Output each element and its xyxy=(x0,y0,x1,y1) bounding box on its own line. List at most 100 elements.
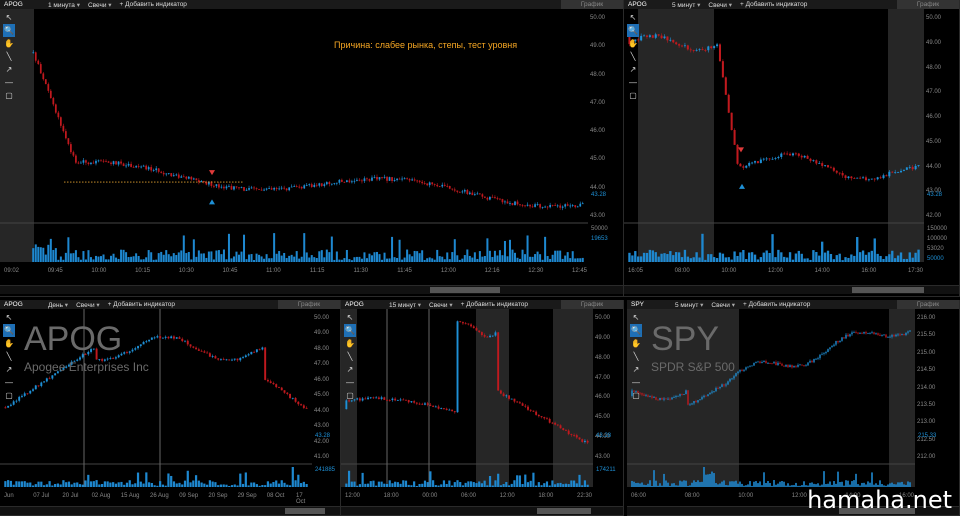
hline-icon[interactable]: — xyxy=(3,76,15,89)
hand-icon[interactable]: ✋ xyxy=(630,337,642,350)
scrollbar-thumb[interactable] xyxy=(852,287,924,293)
candle-body xyxy=(438,186,441,188)
price-chart[interactable] xyxy=(0,9,588,297)
rect-icon[interactable]: ▢ xyxy=(3,389,15,402)
line-icon[interactable]: ╲ xyxy=(3,350,15,363)
rect-icon[interactable]: ▢ xyxy=(630,389,642,402)
zoom-icon[interactable]: 🔍 xyxy=(344,324,356,337)
scrollbar-thumb[interactable] xyxy=(285,508,325,514)
price-axis[interactable]: 50.00 49.00 48.00 47.00 46.00 45.00 44.00 43.00 xyxy=(590,9,623,222)
chart-tab-button[interactable]: График xyxy=(278,300,340,309)
chart-panel-apog-day[interactable]: APOGДеньСвечи+ Добавить индикатор ГрафикA… xyxy=(0,300,341,516)
cursor-icon[interactable]: ↖ xyxy=(627,11,639,24)
scrollbar-thumb[interactable] xyxy=(430,287,500,293)
hline-icon[interactable]: — xyxy=(344,376,356,389)
time-axis[interactable]: 16:05 08:00 10:00 12:00 14:00 16:00 17:30 xyxy=(624,268,924,277)
chart-tab-button[interactable]: График xyxy=(561,300,623,309)
symbol-selector[interactable]: APOG xyxy=(624,1,668,8)
chart-type-dropdown[interactable]: Свечи xyxy=(704,1,736,9)
chart-scrollbar[interactable] xyxy=(341,506,623,515)
arrow-icon[interactable]: ↗ xyxy=(630,363,642,376)
arrow-icon[interactable]: ↗ xyxy=(344,363,356,376)
chart-scrollbar[interactable] xyxy=(624,285,959,294)
cursor-icon[interactable]: ↖ xyxy=(630,311,642,324)
zoom-icon[interactable]: 🔍 xyxy=(3,24,15,37)
add-indicator-button[interactable]: + Добавить индикатор xyxy=(736,1,811,8)
time-axis[interactable]: Jun 07 Jul 20 Jul 02 Aug 15 Aug 26 Aug 09 Sep 2… xyxy=(0,493,312,505)
hline-icon[interactable]: — xyxy=(630,376,642,389)
chart-panel-apog-5min[interactable]: APOG5 минутСвечи+ Добавить индикатор Граф… xyxy=(624,0,960,297)
chart-annotation[interactable]: Причина: слабее рынка, степы, тест уровн… xyxy=(334,40,517,50)
volume-bar xyxy=(739,252,742,262)
price-chart[interactable] xyxy=(341,309,593,516)
chart-tab-button[interactable]: График xyxy=(897,300,959,309)
time-tick-label: 29 Sep xyxy=(237,493,257,499)
hand-icon[interactable]: ✋ xyxy=(3,37,15,50)
volume-bar xyxy=(475,483,478,487)
line-icon[interactable]: ╲ xyxy=(627,50,639,63)
symbol-selector[interactable]: APOG xyxy=(341,301,385,308)
scrollbar-thumb[interactable] xyxy=(537,508,591,514)
price-axis[interactable]: 216.00 215.50 215.00 214.50 214.00 213.50 213.… xyxy=(917,309,959,463)
symbol-selector[interactable]: SPY xyxy=(627,301,671,308)
line-icon[interactable]: ╲ xyxy=(630,350,642,363)
chart-tab-button[interactable]: График xyxy=(897,0,959,9)
chart-toolbar: APOGДеньСвечи+ Добавить индикатор График xyxy=(0,300,340,309)
zoom-icon[interactable]: 🔍 xyxy=(630,324,642,337)
candle-body xyxy=(247,354,250,356)
arrow-icon[interactable]: ↗ xyxy=(627,63,639,76)
chart-panel-apog-1min[interactable]: APOG1 минутаСвечи+ Добавить индикатор Гра… xyxy=(0,0,624,297)
zoom-icon[interactable]: 🔍 xyxy=(627,24,639,37)
chart-type-dropdown[interactable]: Свечи xyxy=(425,301,457,309)
chart-type-dropdown[interactable]: Свечи xyxy=(84,1,116,9)
price-axis[interactable]: 50.00 49.00 48.00 47.00 46.00 45.00 44.00 43.00… xyxy=(314,309,340,463)
cursor-icon[interactable]: ↖ xyxy=(3,11,15,24)
chart-type-dropdown[interactable]: Свечи xyxy=(707,301,739,309)
candle-body xyxy=(162,172,165,175)
time-axis[interactable]: 12:00 18:00 00:00 06:00 12:00 18:00 22:30 xyxy=(341,493,593,502)
interval-dropdown[interactable]: 1 минута xyxy=(44,1,84,9)
arrow-icon[interactable]: ↗ xyxy=(3,363,15,376)
rect-icon[interactable]: ▢ xyxy=(344,389,356,402)
hline-icon[interactable]: — xyxy=(3,376,15,389)
symbol-selector[interactable]: APOG xyxy=(0,1,44,8)
cursor-icon[interactable]: ↖ xyxy=(3,311,15,324)
chart-scrollbar[interactable] xyxy=(0,285,623,294)
chart-tab-button[interactable]: График xyxy=(561,0,623,9)
line-icon[interactable]: ╲ xyxy=(3,50,15,63)
chart-scrollbar[interactable] xyxy=(0,506,340,515)
interval-dropdown[interactable]: 5 минут xyxy=(671,301,707,309)
add-indicator-button[interactable]: + Добавить индикатор xyxy=(116,1,191,8)
cursor-icon[interactable]: ↖ xyxy=(344,311,356,324)
add-indicator-button[interactable]: + Добавить индикатор xyxy=(739,301,814,308)
volume-bar xyxy=(258,254,261,262)
interval-dropdown[interactable]: День xyxy=(44,301,72,309)
arrow-icon[interactable]: ↗ xyxy=(3,63,15,76)
hand-icon[interactable]: ✋ xyxy=(3,337,15,350)
symbol-selector[interactable]: APOG xyxy=(0,301,44,308)
line-icon[interactable]: ╲ xyxy=(344,350,356,363)
volume-bar xyxy=(663,473,665,487)
interval-dropdown[interactable]: 5 минут xyxy=(668,1,704,9)
rect-icon[interactable]: ▢ xyxy=(3,89,15,102)
hand-icon[interactable]: ✋ xyxy=(627,37,639,50)
chart-panel-apog-15min[interactable]: APOG15 минутСвечи+ Добавить индикатор Гра… xyxy=(341,300,624,516)
zoom-icon[interactable]: 🔍 xyxy=(3,324,15,337)
price-chart[interactable] xyxy=(624,9,924,297)
candle-body xyxy=(402,399,405,401)
chart-type-dropdown[interactable]: Свечи xyxy=(72,301,104,309)
rect-icon[interactable]: ▢ xyxy=(627,89,639,102)
hand-icon[interactable]: ✋ xyxy=(344,337,356,350)
time-axis[interactable]: 09:02 09:45 10:00 10:15 10:30 10:45 11:00 11:15… xyxy=(0,268,588,277)
add-indicator-button[interactable]: + Добавить индикатор xyxy=(457,301,532,308)
price-axis[interactable]: 50.00 49.00 48.00 47.00 46.00 45.00 44.00 43.00 xyxy=(595,309,623,463)
interval-dropdown[interactable]: 15 минут xyxy=(385,301,425,309)
volume-bar xyxy=(26,482,29,487)
hline-icon[interactable]: — xyxy=(627,76,639,89)
add-indicator-button[interactable]: + Добавить индикатор xyxy=(104,301,179,308)
chart-panel-spy-5min[interactable]: SPY5 минутСвечи+ Добавить индикатор Графи… xyxy=(627,300,960,516)
volume-bar xyxy=(446,252,449,262)
price-tick-label: 45.00 xyxy=(590,156,606,163)
volume-bar xyxy=(211,481,214,487)
price-axis[interactable]: 50.00 49.00 48.00 47.00 46.00 45.00 44.00 43.00… xyxy=(926,9,959,222)
